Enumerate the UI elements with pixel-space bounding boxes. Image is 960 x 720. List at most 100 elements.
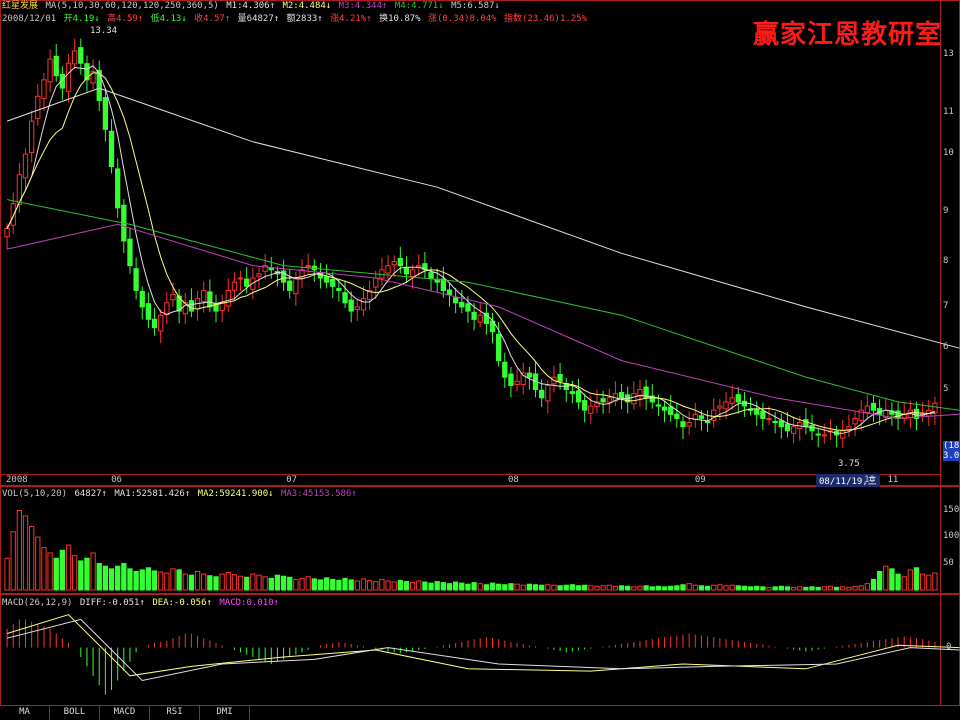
candle-body [852, 417, 858, 425]
volume-bar [649, 586, 655, 591]
candle-body [108, 130, 115, 168]
ma-line-10 [6, 72, 935, 431]
close-value: 收4.57↑ [194, 14, 231, 24]
volume-bar [594, 585, 600, 591]
candlestick-chart[interactable] [0, 0, 960, 720]
volume-bar [268, 577, 274, 591]
candle-body [846, 426, 852, 430]
candle-body [502, 361, 508, 378]
vol-ma1: MA1:52581.426↑ [114, 489, 191, 499]
candle-body [784, 423, 791, 432]
panel-frame [0, 0, 960, 486]
volume-value: 量64827↑ [237, 14, 280, 24]
candle-body [655, 404, 662, 407]
watermark-title: 赢家江恩教研室 [752, 20, 942, 50]
volume-bar [188, 574, 195, 591]
macd-histogram [6, 614, 960, 695]
candle-body [348, 299, 354, 312]
candle-body [133, 268, 139, 291]
price-tick-label: 6 [943, 342, 949, 353]
tab-ma[interactable]: MA [0, 706, 50, 720]
volume-bar [256, 574, 262, 591]
candle-body [760, 410, 766, 419]
stock-name: 红星发展 [2, 1, 39, 11]
volume-bar [582, 584, 588, 591]
volume-bar [797, 586, 803, 591]
candle-body [231, 281, 238, 291]
volume-bar [852, 585, 858, 591]
date-tick-label: 11 [887, 475, 899, 485]
volume-bar [409, 582, 416, 591]
volume-bar [483, 584, 490, 591]
volume-bar [514, 583, 520, 591]
candle-body [53, 55, 59, 77]
volume-bar [465, 583, 471, 591]
price-tick-label: 11 [943, 106, 954, 117]
last-price-box: (18 3.0 [943, 441, 960, 461]
low-value: 低4.13↓ [150, 14, 187, 24]
volume-bars [4, 510, 938, 591]
volume-bar [391, 581, 397, 591]
volume-bar [833, 586, 840, 591]
candle-body [317, 272, 324, 279]
volume-bar [766, 586, 772, 591]
volume-bar [735, 585, 741, 591]
volume-bar [919, 573, 926, 591]
volume-bar [29, 525, 35, 591]
volume-bar [489, 582, 496, 591]
candle-body [391, 261, 397, 266]
candle-body [539, 389, 545, 399]
date-tick-label: 06 [111, 475, 122, 485]
tab-rsi[interactable]: RSI [150, 706, 200, 720]
volume-bar [723, 585, 729, 591]
tab-macd[interactable]: MACD [100, 706, 150, 720]
volume-bar [287, 576, 293, 591]
candle-body [403, 266, 410, 275]
volume-bar [213, 576, 219, 591]
volume-bar [778, 585, 784, 591]
date-tick-label: 08 [508, 475, 519, 485]
extra-value: 涨(0.34)8.04% [428, 14, 497, 24]
volume-bar [858, 585, 864, 591]
volume-bar [680, 584, 686, 591]
volume-bar [760, 586, 766, 591]
candle-body [674, 413, 680, 419]
price-tick-label: 10 [943, 148, 954, 159]
candle-body [766, 417, 772, 420]
candle-body [600, 398, 606, 403]
volume-bar [65, 544, 72, 591]
volume-bar [250, 573, 256, 591]
stock-chart-window: 红星发展 MA(5,10,30,60,120,120,250,360,5) M1… [0, 0, 960, 720]
candle-body [778, 420, 784, 428]
volume-bar [674, 585, 680, 591]
date-tick-label: 07 [286, 475, 298, 485]
volume-bar [729, 584, 735, 591]
volume-bar [459, 582, 465, 591]
candle-body [373, 277, 379, 288]
candle-body [65, 62, 72, 92]
volume-bar [827, 585, 834, 591]
tab-boll[interactable]: BOLL [50, 706, 100, 720]
volume-bar [846, 586, 852, 591]
volume-bar [864, 583, 870, 591]
turnover-value: 换10.87% [379, 14, 421, 24]
candle-body [452, 297, 459, 304]
volume-bar [704, 585, 711, 591]
candle-body [225, 289, 231, 307]
volume-header: VOL(5,10,20) 64827↑ MA1:52581.426↑ MA2:5… [2, 489, 359, 500]
volume-bar [803, 586, 809, 591]
candle-body [446, 289, 453, 296]
tab-dmi[interactable]: DMI [200, 706, 250, 720]
volume-bar [317, 579, 324, 591]
candle-body [428, 272, 434, 279]
change-value: 涨4.21%↑ [330, 14, 372, 24]
volume-bar [72, 555, 78, 591]
main-header: 红星发展 MA(5,10,30,60,120,120,250,360,5) M1… [2, 1, 502, 12]
volume-bar [631, 586, 637, 591]
volume-bar [901, 576, 907, 591]
candle-body [188, 300, 195, 312]
candle-body [342, 292, 348, 304]
volume-bar [563, 584, 569, 591]
volume-bar [913, 567, 920, 591]
candle-body [895, 410, 901, 419]
